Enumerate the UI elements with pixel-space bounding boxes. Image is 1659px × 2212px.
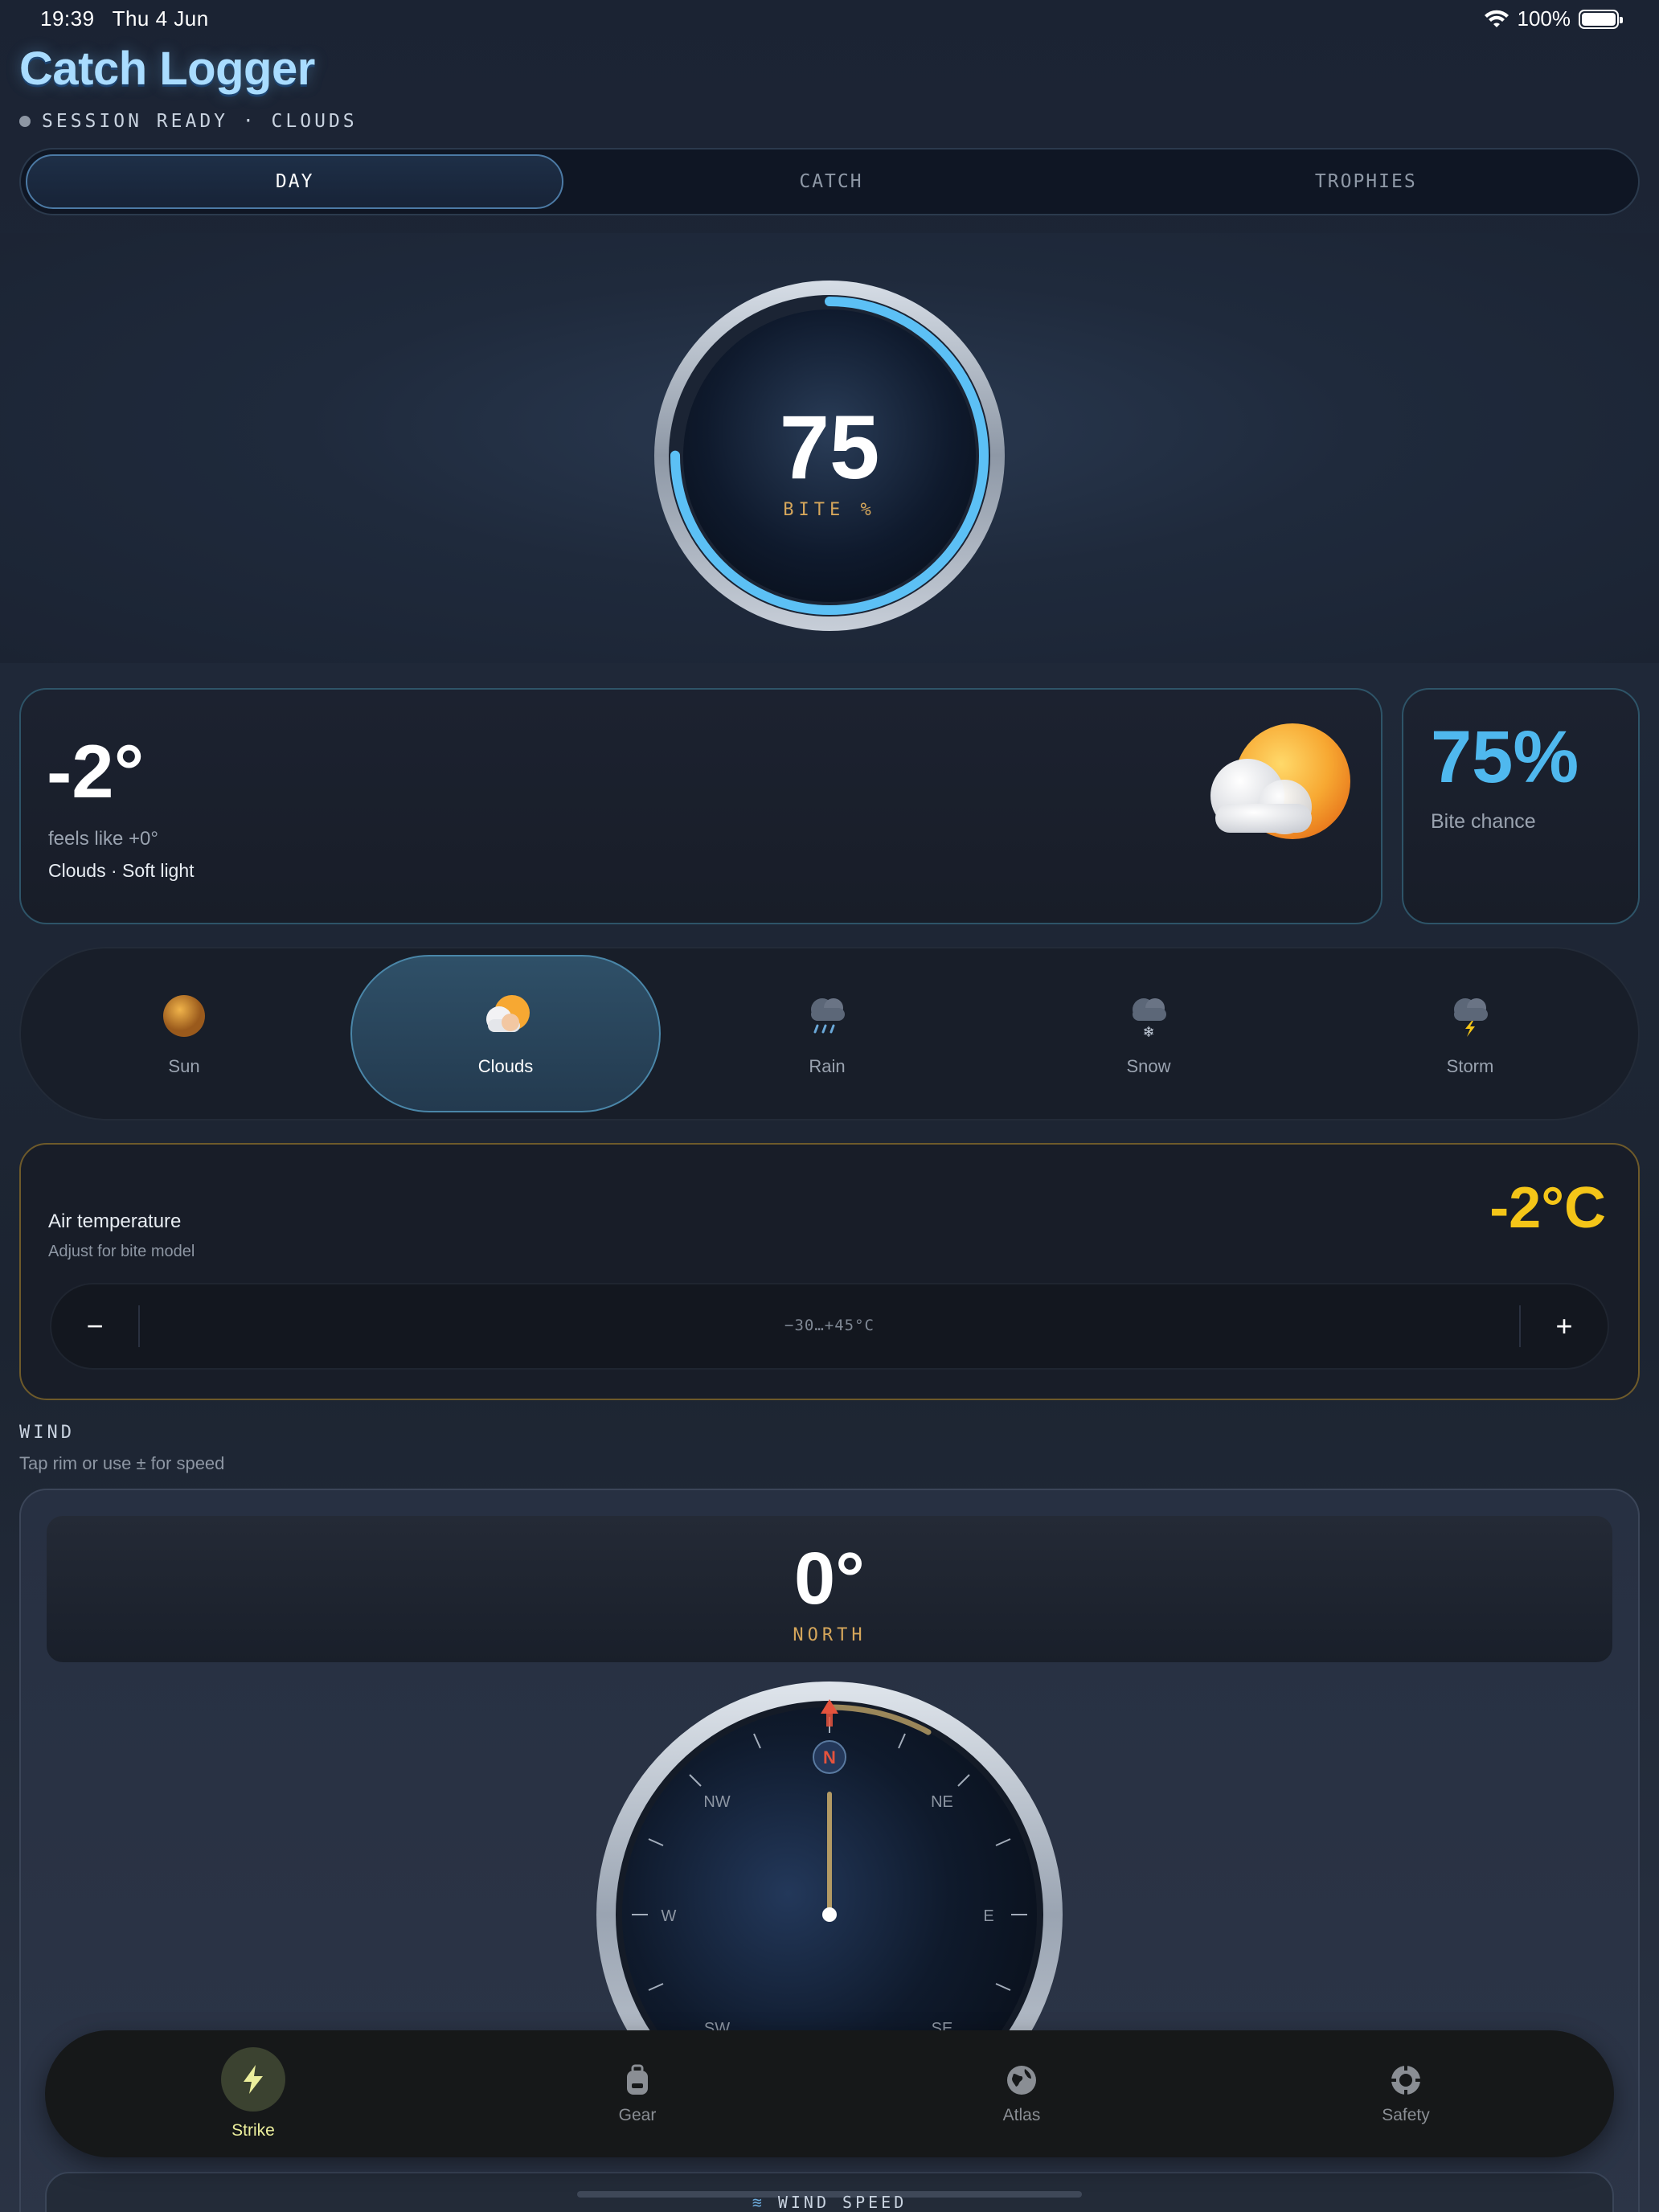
globe-icon xyxy=(1007,2066,1036,2095)
app-title: Catch Logger xyxy=(19,43,315,95)
storm-cloud-icon xyxy=(1454,998,1488,1037)
nav-label: Safety xyxy=(1382,2106,1430,2124)
cloud-sun-icon xyxy=(486,995,530,1032)
rain-cloud-icon xyxy=(811,998,845,1034)
bite-gauge-label: BITE % xyxy=(783,500,876,520)
weather-card xyxy=(19,688,1382,924)
wind-direction-label: NORTH xyxy=(793,1625,866,1645)
condition-rain[interactable]: Rain xyxy=(672,955,982,1112)
session-status: SESSION READY · CLOUDS xyxy=(19,111,358,132)
battery-icon xyxy=(1579,9,1623,29)
snow-cloud-icon: ❄ xyxy=(1133,998,1166,1041)
nav-label: Strike xyxy=(231,2121,275,2140)
partly-cloudy-icon xyxy=(1210,723,1350,839)
air-temperature-title: Air temperature xyxy=(48,1210,182,1232)
bite-gauge-value: 75 xyxy=(779,397,880,498)
increase-temperature-button[interactable]: + xyxy=(1519,1283,1609,1370)
condition-label: Rain xyxy=(809,1056,846,1076)
status-right: 100% xyxy=(1484,6,1623,31)
compass-pivot xyxy=(822,1907,837,1922)
wind-direction-value: 0° xyxy=(794,1538,865,1620)
nav-gear[interactable]: Gear xyxy=(444,2030,830,2157)
tab-bar: DAY CATCH TROPHIES xyxy=(19,148,1640,215)
status-date: Thu 4 Jun xyxy=(112,6,209,31)
compass-label-w: W xyxy=(662,1907,677,1925)
status-dot-icon xyxy=(19,116,31,127)
wind-heading: WIND xyxy=(19,1423,75,1443)
bite-chance-value: 75% xyxy=(1431,716,1579,798)
weather-description: Clouds · Soft light xyxy=(48,860,195,881)
wind-speed-text: WIND SPEED xyxy=(777,2193,907,2212)
compass-label-nw: NW xyxy=(703,1793,730,1811)
weather-feels-like: feels like +0° xyxy=(48,828,159,850)
condition-snow[interactable]: ❄ Snow xyxy=(993,955,1304,1112)
tab-catch[interactable]: CATCH xyxy=(563,154,1098,209)
backpack-icon xyxy=(627,2064,648,2095)
condition-label: Sun xyxy=(168,1056,200,1076)
wind-speed-label: ≋ WIND SPEED xyxy=(0,2193,1659,2212)
session-status-text: SESSION READY · CLOUDS xyxy=(42,111,358,132)
wind-icon: ≋ xyxy=(752,2193,778,2212)
lightning-icon xyxy=(244,2065,263,2094)
lifebuoy-icon xyxy=(1391,2066,1420,2095)
compass-label-e: E xyxy=(983,1907,993,1925)
tab-trophies[interactable]: TROPHIES xyxy=(1099,154,1633,209)
air-temperature-subtitle: Adjust for bite model xyxy=(48,1243,195,1260)
nav-safety[interactable]: Safety xyxy=(1213,2030,1599,2157)
wind-hint: Tap rim or use ± for speed xyxy=(19,1453,225,1473)
condition-label: Snow xyxy=(1126,1056,1171,1076)
compass-label-ne: NE xyxy=(931,1793,953,1811)
condition-storm[interactable]: Storm xyxy=(1315,955,1625,1112)
weather-temperature: -2° xyxy=(47,729,145,813)
status-time: 19:39 xyxy=(40,6,95,31)
compass-label-n: N xyxy=(823,1747,836,1768)
sun-icon xyxy=(163,995,205,1037)
nav-label: Gear xyxy=(618,2106,657,2124)
nav-label: Atlas xyxy=(1002,2106,1041,2124)
status-bar: 19:39 Thu 4 Jun xyxy=(40,6,209,31)
battery-percent: 100% xyxy=(1517,6,1571,31)
condition-sun[interactable]: Sun xyxy=(29,955,339,1112)
nav-atlas[interactable]: Atlas xyxy=(829,2030,1215,2157)
condition-clouds[interactable]: Clouds xyxy=(350,955,661,1112)
tab-day[interactable]: DAY xyxy=(26,154,564,209)
nav-strike[interactable]: Strike xyxy=(60,2030,446,2157)
bite-chance-label: Bite chance xyxy=(1431,810,1536,833)
air-temperature-value: -2°C xyxy=(1489,1176,1606,1240)
wifi-icon xyxy=(1484,10,1509,27)
strike-bubble xyxy=(221,2047,285,2112)
svg-text:❄: ❄ xyxy=(1142,1024,1154,1041)
temperature-range: −30…+45°C xyxy=(784,1317,875,1334)
condition-label: Storm xyxy=(1446,1056,1494,1076)
condition-label: Clouds xyxy=(477,1056,534,1076)
